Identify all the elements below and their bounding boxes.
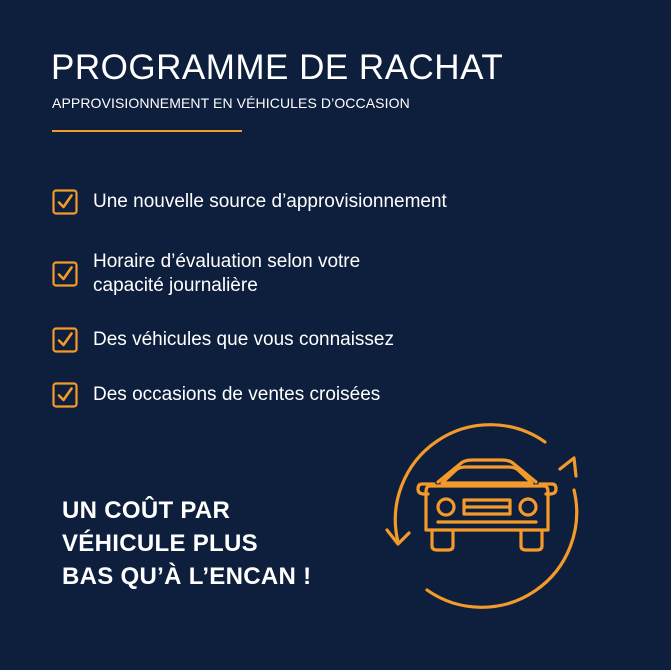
benefit-text-3: Des véhicules que vous connaissez bbox=[93, 329, 395, 350]
benefit-item-2: Horaire d’évaluation selon votre capacit… bbox=[52, 250, 360, 298]
cta-text: UN COÛT PAR VÉHICULE PLUS BAS QU’À L’ENC… bbox=[62, 494, 311, 593]
benefit-item-4: Des occasions de ventes croisées bbox=[52, 382, 380, 408]
benefit-text-4: Des occasions de ventes croisées bbox=[93, 384, 381, 405]
benefit-item-3: Des véhicules que vous connaissez bbox=[52, 327, 394, 353]
benefit-text-2-line1: Horaire d’évaluation selon votre bbox=[93, 251, 361, 272]
benefit-text-2-line2: capacité journalière bbox=[93, 275, 258, 296]
cta-line-3: BAS QU’À L’ENCAN ! bbox=[62, 563, 312, 590]
check-icon bbox=[52, 327, 78, 353]
cta-line-2: VÉHICULE PLUS bbox=[62, 530, 258, 557]
check-icon bbox=[52, 189, 78, 215]
benefit-text-1: Une nouvelle source d’approvisionnement bbox=[93, 191, 447, 212]
title-divider bbox=[52, 130, 242, 132]
check-icon bbox=[52, 261, 78, 287]
benefit-text-2: Horaire d’évaluation selon votre capacit… bbox=[93, 250, 360, 298]
car-refresh-icon bbox=[385, 423, 579, 609]
page-title: PROGRAMME DE RACHAT bbox=[51, 48, 504, 87]
check-icon bbox=[52, 382, 78, 408]
page-subtitle: APPROVISIONNEMENT EN VÉHICULES D’OCCASIO… bbox=[52, 95, 410, 111]
benefit-item-1: Une nouvelle source d’approvisionnement bbox=[52, 189, 447, 215]
cta-line-1: UN COÛT PAR bbox=[62, 497, 231, 524]
